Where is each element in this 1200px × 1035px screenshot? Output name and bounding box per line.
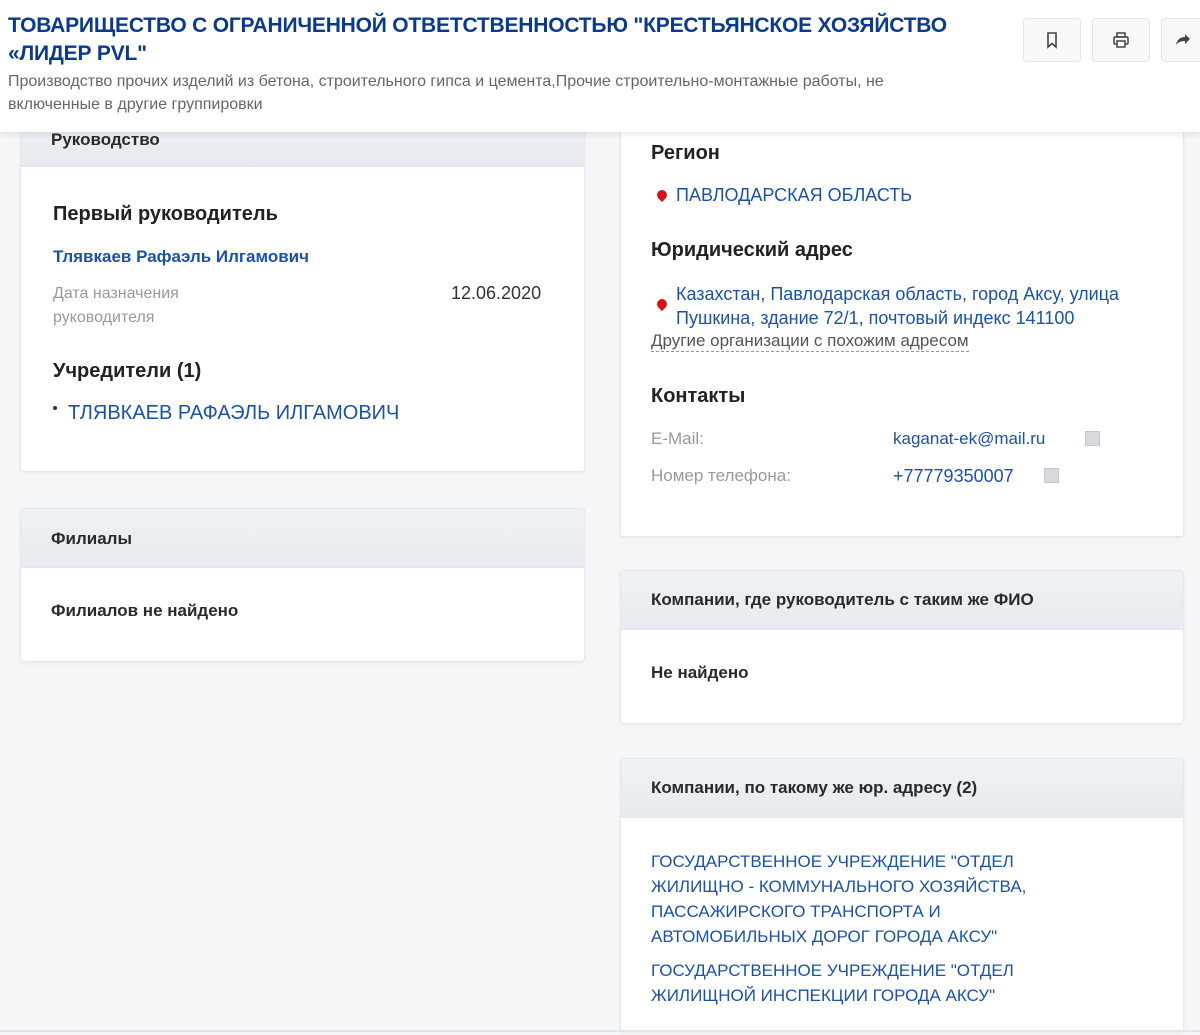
share-icon: [1175, 34, 1190, 45]
same-head-card-header: Компании, где руководитель с таким же ФИ…: [621, 571, 1183, 630]
management-card: Руководство Первый руководитель Тлявкаев…: [20, 105, 585, 472]
address-link[interactable]: Казахстан, Павлодарская область, город А…: [676, 282, 1176, 330]
first-head-name-link[interactable]: Тлявкаев Рафаэль Илгамович: [53, 247, 309, 267]
print-icon: [1113, 32, 1129, 48]
similar-address-link[interactable]: Другие организации с похожим адресом: [651, 331, 969, 352]
phone-label: Номер телефона:: [651, 466, 791, 485]
copy-email-icon[interactable]: [1085, 431, 1100, 446]
same-head-empty-text: Не найдено: [651, 663, 749, 682]
address-pin-icon: [654, 296, 670, 312]
contacts-label: Контакты: [651, 385, 746, 407]
branches-card-header: Филиалы: [21, 509, 584, 568]
same-head-title: Компании, где руководитель с таким же ФИ…: [651, 590, 1034, 609]
branches-card: Филиалы Филиалов не найдено: [20, 508, 585, 662]
same-address-title: Компании, по такому же юр. адресу (2): [651, 778, 978, 797]
region-link[interactable]: ПАВЛОДАРСКАЯ ОБЛАСТЬ: [676, 185, 912, 206]
appointment-date: 12.06.2020: [451, 283, 542, 303]
email-link[interactable]: kaganat-ek@mail.ru: [893, 429, 1045, 449]
founder-link[interactable]: ТЛЯВКАЕВ РАФАЭЛЬ ИЛГАМОВИЧ: [68, 402, 399, 425]
info-card: Регион ПАВЛОДАРСКАЯ ОБЛАСТЬ Юридический …: [620, 105, 1184, 537]
email-label: E-Mail:: [651, 429, 704, 448]
founders-label: Учредители (1): [53, 360, 202, 382]
region-pin-icon: [654, 187, 670, 203]
page-body: Руководство Первый руководитель Тлявкаев…: [0, 0, 1200, 1035]
first-head-label: Первый руководитель: [53, 203, 278, 225]
branches-title: Филиалы: [51, 529, 132, 548]
copy-phone-icon[interactable]: [1044, 468, 1059, 483]
phone-link[interactable]: +77779350007: [893, 466, 1014, 487]
same-address-company-link[interactable]: ГОСУДАРСТВЕННОЕ УЧРЕЖДЕНИЕ "ОТДЕЛ ЖИЛИЩН…: [651, 849, 1091, 949]
share-button[interactable]: [1161, 18, 1200, 62]
address-label: Юридический адрес: [651, 239, 853, 261]
same-address-company-link[interactable]: ГОСУДАРСТВЕННОЕ УЧРЕЖДЕНИЕ "ОТДЕЛ ЖИЛИЩН…: [651, 958, 1091, 1008]
region-label: Регион: [651, 142, 720, 164]
appointment-label: Дата назначения руководителя: [53, 285, 179, 326]
bookmark-button[interactable]: [1023, 18, 1081, 62]
page-bottom-divider: [0, 1030, 1200, 1032]
management-title: Руководство: [51, 130, 160, 149]
bookmark-icon: [1047, 32, 1057, 49]
company-header: ТОВАРИЩЕСТВО С ОГРАНИЧЕННОЙ ОТВЕТСТВЕННО…: [0, 0, 1200, 132]
founder-bullet: [53, 406, 57, 410]
company-activity: Производство прочих изделий из бетона, с…: [8, 73, 884, 113]
same-address-card-header: Компании, по такому же юр. адресу (2): [621, 759, 1183, 818]
same-head-card: Компании, где руководитель с таким же ФИ…: [620, 570, 1184, 724]
company-title: ТОВАРИЩЕСТВО С ОГРАНИЧЕННОЙ ОТВЕТСТВЕННО…: [8, 14, 947, 65]
print-button[interactable]: [1092, 18, 1150, 62]
same-address-card: Компании, по такому же юр. адресу (2) ГО…: [620, 758, 1184, 1032]
branches-empty-text: Филиалов не найдено: [51, 601, 239, 620]
